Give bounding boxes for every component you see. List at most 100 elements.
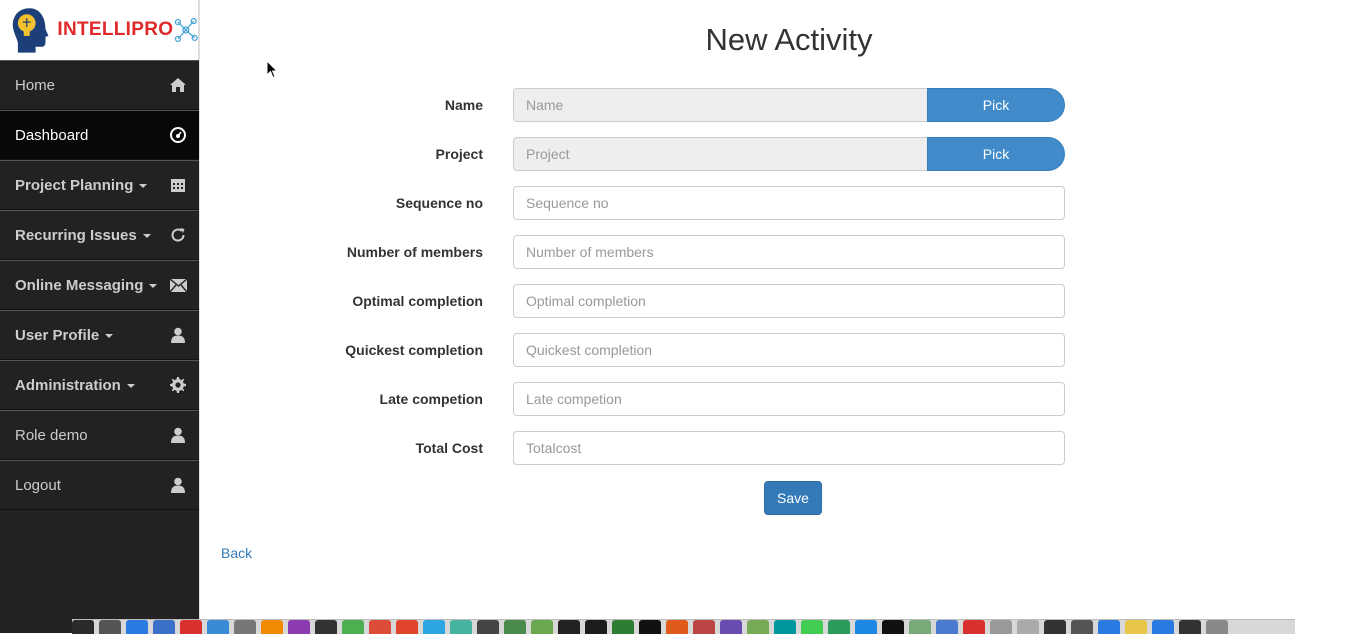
sidebar-item-dashboard[interactable]: Dashboard xyxy=(0,110,199,160)
taskbar-app-icon[interactable] xyxy=(774,620,796,634)
optimal-completion-field[interactable] xyxy=(513,284,1065,318)
taskbar-app-icon[interactable] xyxy=(1017,620,1039,634)
taskbar-app-icon[interactable] xyxy=(261,620,283,634)
brain-head-logo-icon xyxy=(12,8,49,53)
taskbar-app-icon[interactable] xyxy=(531,620,553,634)
form-row-sequence-no: Sequence no xyxy=(200,186,1065,220)
taskbar-app-icon[interactable] xyxy=(396,620,418,634)
taskbar-app-icon[interactable] xyxy=(450,620,472,634)
name-label: Name xyxy=(444,97,483,113)
late-completion-field[interactable] xyxy=(513,382,1065,416)
taskbar-app-icon[interactable] xyxy=(1152,620,1174,634)
user-icon xyxy=(169,476,187,494)
project-field[interactable] xyxy=(513,137,928,171)
brand-name: INTELLIPRO xyxy=(57,19,174,40)
taskbar-app-icon[interactable] xyxy=(693,620,715,634)
taskbar-app-icon[interactable] xyxy=(234,620,256,634)
taskbar-app-icon[interactable] xyxy=(882,620,904,634)
taskbar-app-icon[interactable] xyxy=(1125,620,1147,634)
pick-project-button[interactable]: Pick xyxy=(927,137,1065,171)
sidebar-item-label: Project Planning xyxy=(15,176,148,194)
taskbar-app-icon[interactable] xyxy=(720,620,742,634)
optimal-completion-label: Optimal completion xyxy=(352,293,483,309)
taskbar-app-icon[interactable] xyxy=(315,620,337,634)
user-icon xyxy=(169,426,187,444)
sidebar-item-role-demo[interactable]: Role demo xyxy=(0,410,199,460)
taskbar-app-icon[interactable] xyxy=(342,620,364,634)
taskbar-app-icon[interactable] xyxy=(477,620,499,634)
number-of-members-label: Number of members xyxy=(346,244,483,260)
taskbar-app-icon[interactable] xyxy=(612,620,634,634)
caret-down-icon xyxy=(149,283,158,288)
quickest-completion-label: Quickest completion xyxy=(345,342,483,358)
taskbar-app-icon[interactable] xyxy=(1071,620,1093,634)
taskbar-app-icon[interactable] xyxy=(504,620,526,634)
calendar-icon xyxy=(169,176,187,194)
taskbar-app-icon[interactable] xyxy=(747,620,769,634)
envelope-icon xyxy=(169,276,187,294)
back-link[interactable]: Back xyxy=(221,545,252,561)
taskbar-app-icon[interactable] xyxy=(288,620,310,634)
sidebar-item-label: User Profile xyxy=(15,327,114,344)
taskbar-app-icon[interactable] xyxy=(1206,620,1228,634)
taskbar-app-icon[interactable] xyxy=(801,620,823,634)
sequence-no-field[interactable] xyxy=(513,186,1065,220)
sidebar-item-administration[interactable]: Administration xyxy=(0,360,199,410)
taskbar-app-icon[interactable] xyxy=(558,620,580,634)
form-row-project: Project Pick xyxy=(200,137,1065,171)
taskbar-app-icon[interactable] xyxy=(153,620,175,634)
number-of-members-field[interactable] xyxy=(513,235,1065,269)
sidebar-item-text: Recurring Issues xyxy=(15,226,137,244)
name-field[interactable] xyxy=(513,88,928,122)
taskbar-app-icon[interactable] xyxy=(666,620,688,634)
total-cost-field[interactable] xyxy=(513,431,1065,465)
sidebar-item-user-profile[interactable]: User Profile xyxy=(0,310,199,360)
taskbar-app-icon[interactable] xyxy=(963,620,985,634)
taskbar-app-icon[interactable] xyxy=(72,620,94,634)
sidebar-item-project-planning[interactable]: Project Planning xyxy=(0,160,199,210)
taskbar-app-icon[interactable] xyxy=(1098,620,1120,634)
taskbar-app-icon[interactable] xyxy=(855,620,877,634)
pick-name-button[interactable]: Pick xyxy=(927,88,1065,122)
sidebar: INTELLIPRO Home Dashboard Project Planning… xyxy=(0,0,200,633)
taskbar-app-icon[interactable] xyxy=(909,620,931,634)
sidebar-item-text: Project Planning xyxy=(15,176,134,194)
brand-logo[interactable]: INTELLIPRO xyxy=(0,0,199,60)
sidebar-item-online-messaging[interactable]: Online Messaging xyxy=(0,260,199,310)
mouse-cursor-icon xyxy=(266,60,278,79)
taskbar-app-icon[interactable] xyxy=(585,620,607,634)
dashboard-icon xyxy=(169,126,187,144)
form-row-late-completion: Late competion xyxy=(200,382,1065,416)
sidebar-item-label: Logout xyxy=(15,477,61,494)
taskbar-app-icon[interactable] xyxy=(936,620,958,634)
save-button[interactable]: Save xyxy=(764,481,822,515)
form-row-optimal-completion: Optimal completion xyxy=(200,284,1065,318)
sidebar-item-label: Online Messaging xyxy=(15,276,158,294)
sequence-no-label: Sequence no xyxy=(395,195,483,211)
taskbar-app-icon[interactable] xyxy=(126,620,148,634)
sidebar-item-home[interactable]: Home xyxy=(0,60,199,110)
sidebar-item-text: Online Messaging xyxy=(15,276,144,294)
taskbar-app-icon[interactable] xyxy=(207,620,229,634)
sidebar-item-label: Role demo xyxy=(15,427,88,444)
quickest-completion-field[interactable] xyxy=(513,333,1065,367)
taskbar-app-icon[interactable] xyxy=(1179,620,1201,634)
caret-down-icon xyxy=(126,383,135,388)
taskbar-app-icon[interactable] xyxy=(423,620,445,634)
taskbar-app-icon[interactable] xyxy=(99,620,121,634)
gear-icon xyxy=(169,376,187,394)
taskbar-app-icon[interactable] xyxy=(828,620,850,634)
form-row-name: Name Pick xyxy=(200,88,1065,122)
home-icon xyxy=(169,76,187,94)
sidebar-item-logout[interactable]: Logout xyxy=(0,460,199,510)
taskbar-app-icon[interactable] xyxy=(369,620,391,634)
taskbar-app-icon[interactable] xyxy=(639,620,661,634)
taskbar-app-icon[interactable] xyxy=(990,620,1012,634)
total-cost-label: Total Cost xyxy=(415,440,483,456)
taskbar-app-icon[interactable] xyxy=(1044,620,1066,634)
caret-down-icon xyxy=(142,233,151,238)
taskbar-app-icon[interactable] xyxy=(180,620,202,634)
sidebar-item-recurring-issues[interactable]: Recurring Issues xyxy=(0,210,199,260)
sidebar-item-label: Dashboard xyxy=(15,127,88,144)
form-row-total-cost: Total Cost xyxy=(200,431,1065,465)
